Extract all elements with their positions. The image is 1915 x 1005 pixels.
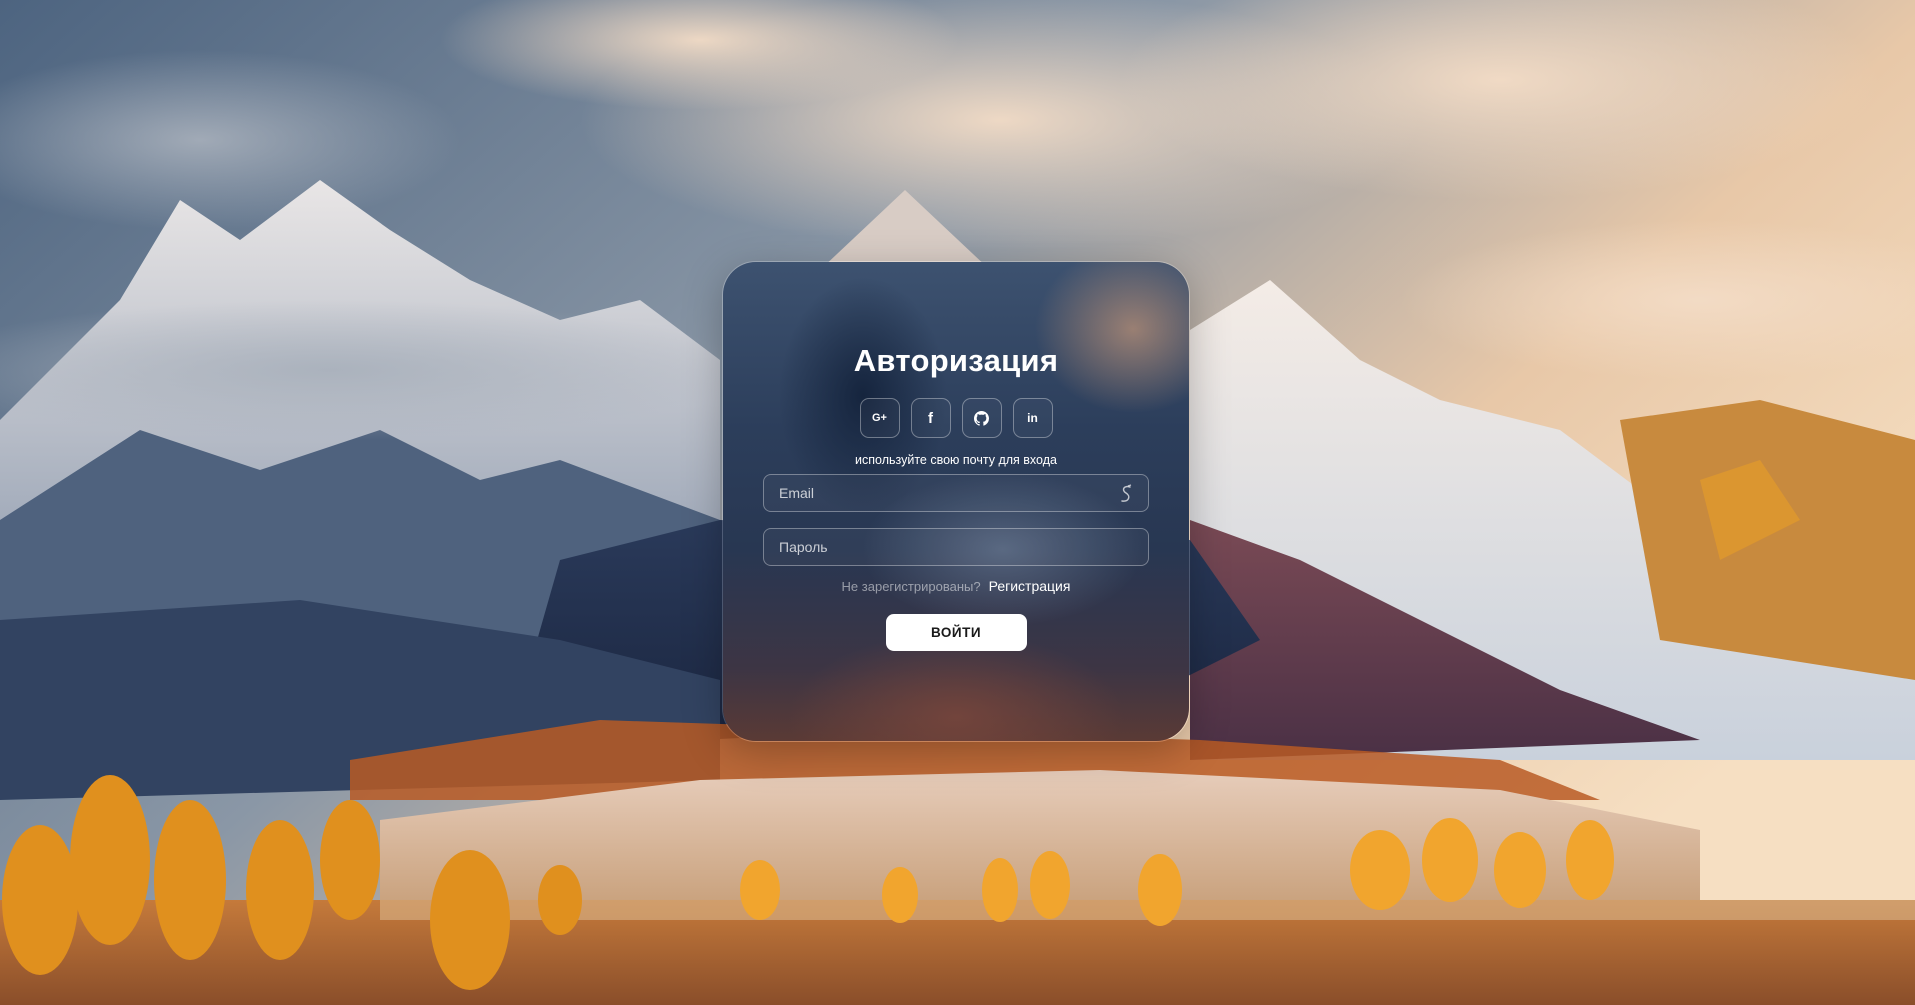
google-plus-button[interactable]: G+	[859, 398, 900, 438]
register-link[interactable]: Регистрация	[989, 578, 1071, 594]
password-field-wrapper	[763, 528, 1149, 566]
login-button[interactable]: ВОЙТИ	[885, 614, 1027, 651]
password-field[interactable]	[764, 529, 1148, 565]
page-title: Авторизация	[853, 343, 1059, 378]
github-icon	[974, 410, 989, 426]
register-row: Не зарегистрированы? Регистрация	[842, 578, 1071, 594]
email-field-wrapper	[763, 474, 1149, 512]
github-button[interactable]	[961, 398, 1002, 438]
password-manager-icon[interactable]	[1118, 484, 1134, 509]
facebook-button[interactable]: f	[910, 398, 951, 438]
facebook-icon: f	[928, 409, 933, 427]
social-login-row: G+ f in	[859, 398, 1053, 438]
login-hint: используйте свою почту для входа	[855, 453, 1057, 467]
login-card: Авторизация G+ f in используйте свою поч…	[722, 261, 1190, 742]
linkedin-button[interactable]: in	[1012, 398, 1053, 438]
linkedin-icon: in	[1027, 411, 1038, 425]
google-plus-icon: G+	[872, 412, 887, 424]
register-question: Не зарегистрированы?	[841, 578, 981, 594]
email-field[interactable]	[764, 475, 1148, 511]
